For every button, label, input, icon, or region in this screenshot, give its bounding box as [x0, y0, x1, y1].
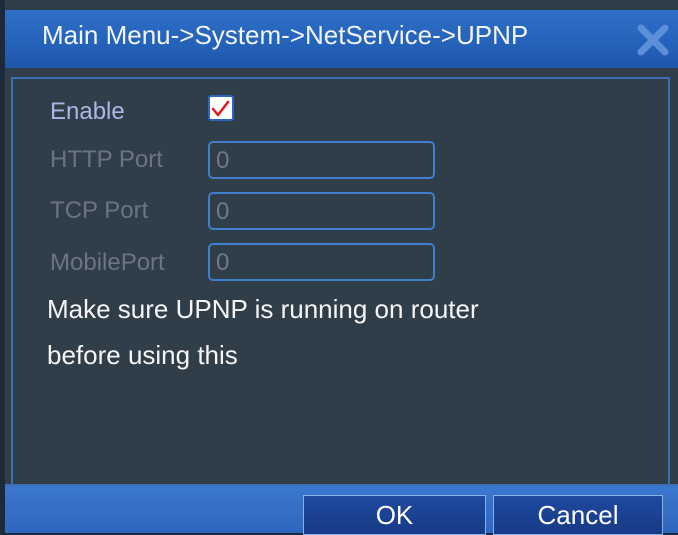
mobile-port-input[interactable]: 0	[208, 243, 435, 281]
enable-checkbox[interactable]	[208, 95, 234, 121]
upnp-dialog: Main Menu->System->NetService->UPNP Enab…	[5, 0, 678, 535]
enable-label: Enable	[50, 98, 125, 125]
dialog-title: Main Menu->System->NetService->UPNP	[42, 20, 529, 50]
upnp-note-line1: Make sure UPNP is running on router	[47, 294, 479, 324]
title-bar: Main Menu->System->NetService->UPNP	[5, 10, 678, 68]
close-icon[interactable]	[633, 20, 673, 60]
tcp-port-input[interactable]: 0	[208, 192, 435, 230]
http-port-label: HTTP Port	[50, 146, 163, 173]
checkmark-icon	[211, 100, 230, 117]
dialog-footer: OK Cancel	[5, 484, 678, 535]
http-port-input[interactable]: 0	[208, 141, 435, 179]
ok-button[interactable]: OK	[303, 495, 486, 535]
mobile-port-label: MobilePort	[50, 249, 165, 276]
tcp-port-label: TCP Port	[50, 197, 149, 224]
upnp-note-line2: before using this	[47, 340, 238, 370]
cancel-button[interactable]: Cancel	[493, 495, 663, 535]
